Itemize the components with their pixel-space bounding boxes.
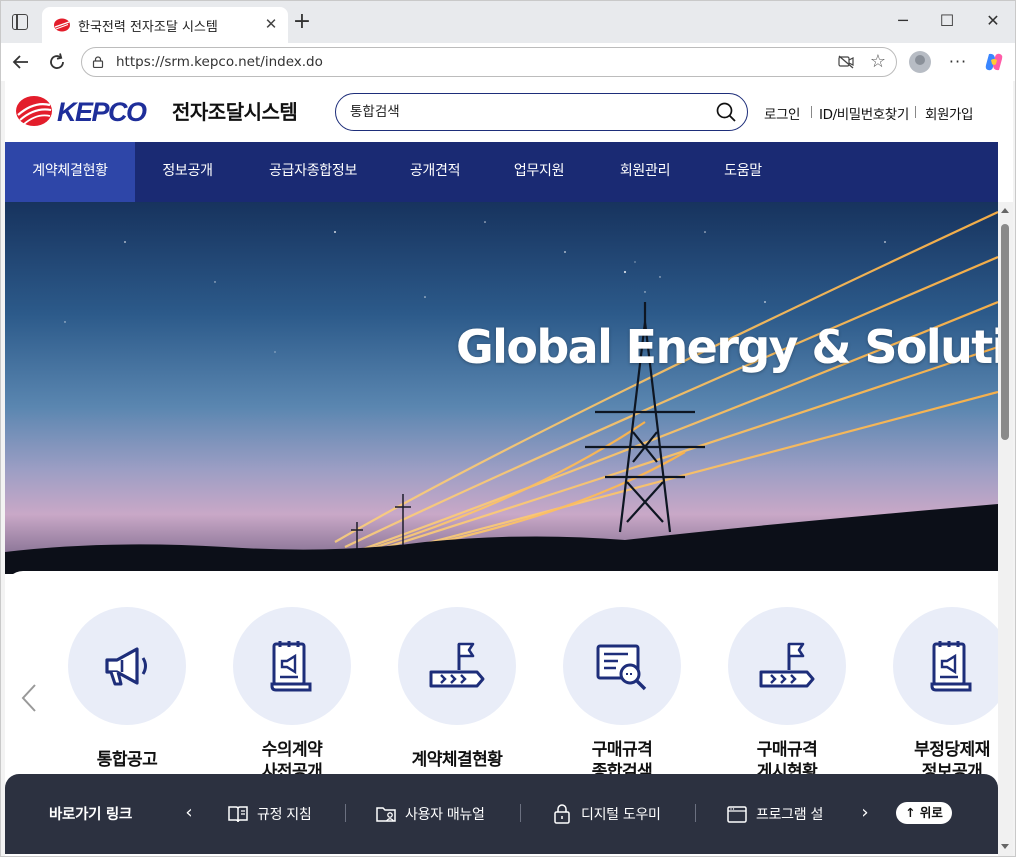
address-bar[interactable]: https://srm.kepco.net/index.do ☆ — [81, 47, 897, 77]
search-input[interactable] — [350, 101, 690, 123]
divider — [695, 804, 696, 822]
quicklink-label: 디지털 도우미 — [581, 807, 661, 823]
page-scrollbar[interactable] — [998, 202, 1013, 856]
kepco-favicon-icon — [54, 18, 70, 32]
copilot-icon[interactable] — [983, 51, 1005, 73]
divider — [345, 804, 346, 822]
nav-open-quotation[interactable]: 공개견적 — [397, 142, 473, 202]
url-text: https://srm.kepco.net/index.do — [116, 54, 323, 70]
nav-contract-status[interactable]: 계약체결현황 — [5, 142, 135, 202]
browser-titlebar: 한국전력 전자조달 시스템 ✕ + ─ ☐ ✕ — [1, 1, 1015, 43]
minimize-button[interactable]: ─ — [893, 11, 913, 31]
scroll-down-arrow-icon[interactable] — [1001, 844, 1009, 849]
favorite-star-icon[interactable]: ☆ — [868, 52, 888, 72]
quicklink-label: 규정 지침 — [257, 807, 312, 823]
divider — [915, 106, 916, 118]
tab-actions-icon[interactable] — [12, 14, 28, 30]
divider — [520, 804, 521, 822]
hero-banner: Global Energy & Solution — [5, 202, 998, 574]
flag-arrow-icon — [429, 642, 485, 688]
service-icon-circle — [563, 607, 681, 725]
search-icon[interactable] — [716, 102, 736, 122]
lock-icon — [554, 804, 570, 824]
quicklink-label: 사용자 매뉴얼 — [405, 807, 485, 823]
login-link[interactable]: 로그인 — [764, 103, 800, 123]
quicklink-program-install[interactable]: 프로그램 설 — [726, 802, 830, 826]
kepco-logo[interactable]: KEPCO — [15, 95, 163, 127]
scroll-up-arrow-icon[interactable] — [1001, 208, 1009, 213]
tab-title: 한국전력 전자조달 시스템 — [78, 20, 218, 35]
nav-information-disclosure[interactable]: 정보공개 — [145, 142, 230, 202]
service-icon-circle — [68, 607, 186, 725]
nav-member-management[interactable]: 회원관리 — [605, 142, 685, 202]
find-id-password-link[interactable]: ID/비밀번호찾기 — [819, 103, 909, 123]
book-icon — [228, 806, 248, 823]
site-title: 전자조달시스템 — [172, 100, 298, 124]
service-icon-circle — [398, 607, 516, 725]
quicklink-label: 프로그램 설 — [756, 807, 824, 823]
browser-window: 한국전력 전자조달 시스템 ✕ + ─ ☐ ✕ https://srm.kepc… — [0, 0, 1016, 857]
hero-illustration — [5, 211, 998, 574]
quicklink-user-manual[interactable]: 사용자 매뉴얼 — [375, 802, 505, 826]
service-icon-circle — [728, 607, 846, 725]
signup-link[interactable]: 회원가입 — [925, 103, 973, 123]
scroll-megaphone-icon — [930, 641, 972, 692]
page-viewport: KEPCO 전자조달시스템 로그인 ID/비밀번호찾기 회원가입 계약체결현황 … — [5, 81, 1013, 856]
service-label: 계약체결현황 — [411, 750, 503, 770]
quicklink-digital-helper[interactable]: 디지털 도우미 — [551, 802, 681, 826]
close-window-button[interactable]: ✕ — [983, 11, 1003, 31]
site-info-lock-icon[interactable] — [92, 56, 104, 68]
hero-title: Global Energy & Solution — [456, 320, 998, 374]
divider — [811, 106, 812, 118]
quicklink-prev-icon[interactable]: ‹ — [181, 802, 197, 824]
reload-icon[interactable] — [45, 50, 69, 74]
service-icon-circle — [893, 607, 1011, 725]
service-icon-circle — [233, 607, 351, 725]
more-menu-icon[interactable]: ··· — [945, 49, 971, 75]
quicklink-regulations[interactable]: 규정 지침 — [227, 802, 327, 826]
scroll-thumb[interactable] — [1001, 224, 1009, 440]
search-box — [335, 93, 748, 131]
browser-toolbar: https://srm.kepco.net/index.do ☆ ··· — [1, 43, 1015, 81]
window-icon — [727, 806, 747, 823]
svg-text:KEPCO: KEPCO — [57, 97, 147, 127]
back-arrow-icon[interactable] — [9, 50, 33, 74]
nav-work-support[interactable]: 업무지원 — [501, 142, 577, 202]
main-navigation: 계약체결현황 정보공개 공급자종합정보 공개견적 업무지원 회원관리 도움말 — [5, 142, 998, 202]
quicklink-title: 바로가기 링크 — [49, 807, 132, 823]
flag-arrow-icon — [759, 642, 815, 688]
browser-tab-active[interactable]: 한국전력 전자조달 시스템 ✕ — [42, 7, 288, 43]
site-header: KEPCO 전자조달시스템 로그인 ID/비밀번호찾기 회원가입 — [5, 81, 998, 142]
quicklink-next-icon[interactable]: › — [857, 802, 873, 824]
quicklink-bar: 바로가기 링크 ‹ 규정 지침 사용자 매뉴얼 디지털 도우미 프로그램 설 ›… — [5, 774, 998, 854]
tab-close-icon[interactable]: ✕ — [262, 15, 280, 33]
nav-supplier-info[interactable]: 공급자종합정보 — [253, 142, 373, 202]
service-label: 통합공고 — [96, 750, 158, 770]
folder-user-icon — [376, 807, 396, 822]
profile-avatar[interactable] — [909, 51, 931, 73]
carousel-prev-icon[interactable] — [19, 683, 39, 713]
maximize-button[interactable]: ☐ — [937, 11, 957, 31]
document-search-icon — [596, 644, 647, 691]
nav-help[interactable]: 도움말 — [713, 142, 773, 202]
scroll-megaphone-icon — [270, 641, 312, 692]
scroll-to-top-button[interactable]: ↑ 위로 — [896, 802, 952, 824]
camera-blocked-icon[interactable] — [838, 55, 854, 69]
new-tab-button[interactable]: + — [291, 11, 313, 34]
megaphone-icon — [105, 647, 147, 686]
